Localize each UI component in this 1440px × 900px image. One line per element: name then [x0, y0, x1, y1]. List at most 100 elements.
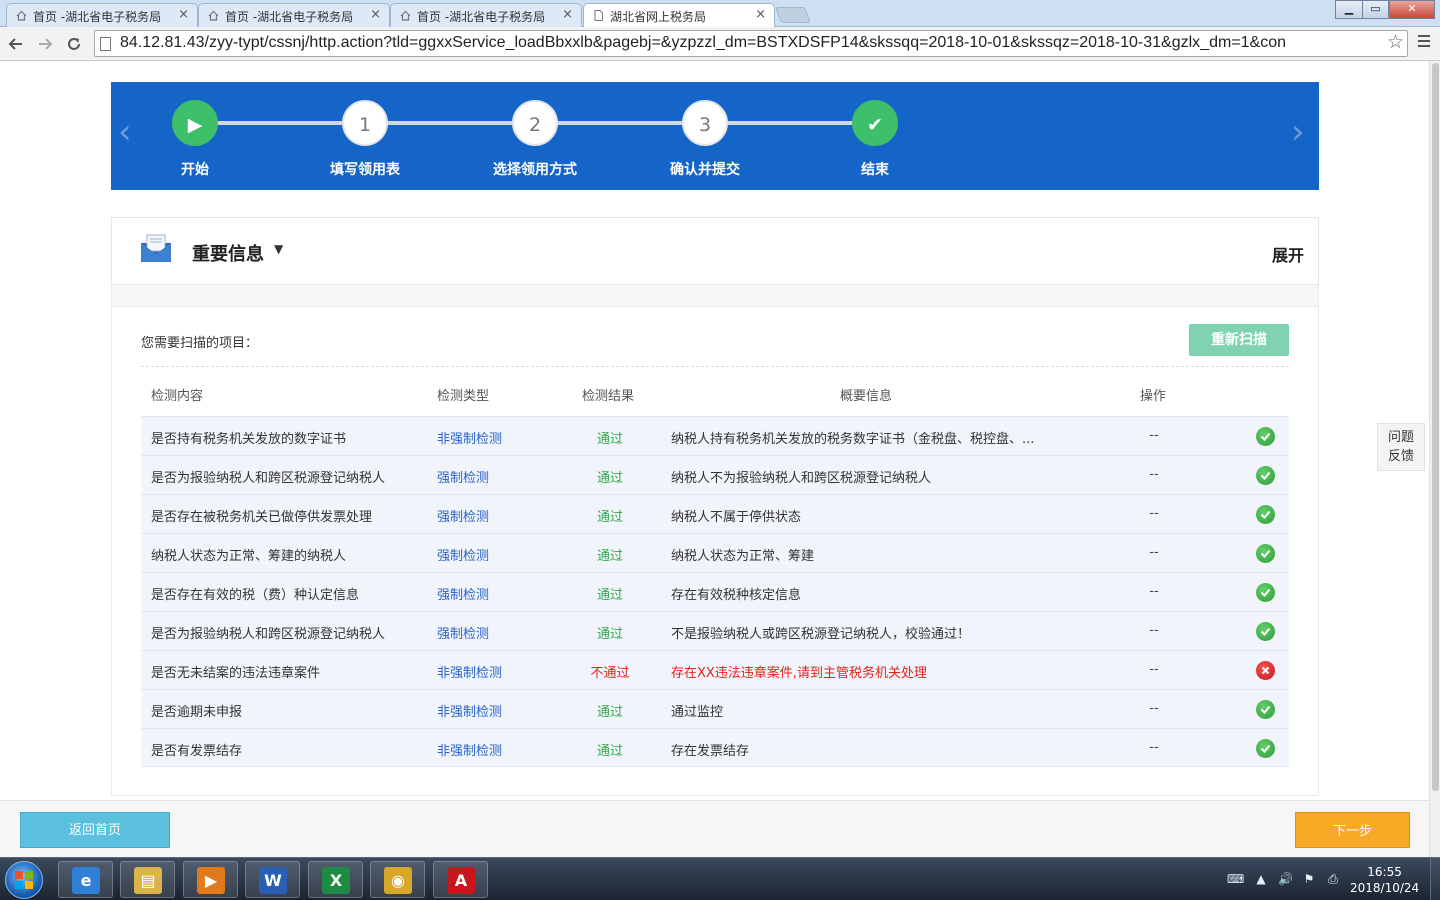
table-row: 是否无未结案的违法违章案件 非强制检测 不通过 存在XX违法违章案件,请到主管税务机关… — [141, 650, 1289, 689]
row-check-result: 通过 — [596, 705, 623, 720]
steps-prev-arrow-icon[interactable]: ‹ — [118, 112, 132, 152]
taskbar-app-word[interactable]: W — [245, 861, 300, 898]
browser-tab-active[interactable]: 湖北省网上税务局 × — [583, 3, 775, 28]
bookmark-star-icon[interactable]: ☆ — [1387, 31, 1404, 53]
scan-table-header: 检测内容 检测类型 检测结果 概要信息 操作 — [141, 377, 1289, 416]
taskbar-app-ie[interactable]: e — [58, 861, 113, 898]
row-operation: -- — [1149, 428, 1159, 443]
taskbar-app-explorer[interactable]: ▤ — [120, 861, 175, 898]
rescan-button[interactable]: 重新扫描 — [1189, 324, 1289, 356]
column-header-type: 检测类型 — [437, 389, 490, 404]
feedback-label-line2: 反馈 — [1387, 449, 1414, 464]
row-summary: 纳税人持有税务机关发放的税务数字证书（金税盘、税控盘、... — [671, 432, 1035, 447]
row-check-content: 是否为报验纳税人和跨区税源登记纳税人 — [151, 471, 386, 486]
step-start-icon: ▶ — [172, 100, 218, 146]
row-check-type-link[interactable]: 强制检测 — [437, 506, 489, 525]
browser-tab-1[interactable]: 首页 -湖北省电子税务局 × — [6, 3, 198, 27]
row-operation: -- — [1149, 623, 1159, 638]
reload-icon[interactable] — [63, 33, 85, 55]
row-check-result: 不通过 — [590, 666, 630, 681]
row-check-type-link[interactable]: 强制检测 — [437, 623, 489, 642]
table-row: 是否存在被税务机关已做停供发票处理 强制检测 通过 纳税人不属于停供状态 -- — [141, 494, 1289, 533]
taskbar-clock[interactable]: 16:55 2018/10/24 — [1350, 864, 1419, 896]
taskbar-app-excel[interactable]: X — [308, 861, 363, 898]
row-operation: -- — [1149, 701, 1159, 716]
action-center-icon[interactable]: ⎙ — [1326, 872, 1340, 886]
table-row: 纳税人状态为正常、筹建的纳税人 强制检测 通过 纳税人状态为正常、筹建 -- — [141, 533, 1289, 572]
row-check-result: 通过 — [596, 510, 623, 525]
table-row: 是否逾期未申报 非强制检测 通过 通过监控 -- — [141, 689, 1289, 728]
tab-close-icon[interactable]: × — [562, 7, 573, 22]
caret-down-icon[interactable]: ▼ — [274, 242, 283, 256]
tab-close-icon[interactable]: × — [178, 7, 189, 22]
row-check-content: 是否逾期未申报 — [151, 705, 243, 720]
back-arrow-icon[interactable] — [5, 33, 27, 55]
step-end-check-icon: ✔ — [852, 100, 898, 146]
taskbar-app-media[interactable]: ▶ — [183, 861, 238, 898]
steps-next-arrow-icon[interactable]: › — [1291, 112, 1305, 152]
browser-menu-icon[interactable] — [1418, 35, 1430, 50]
step-1-circle: 1 — [342, 100, 388, 146]
network-warning-icon[interactable]: ⚑ — [1302, 872, 1316, 886]
tab-title: 首页 -湖北省电子税务局 — [417, 10, 546, 24]
word-icon: W — [259, 867, 287, 894]
volume-icon[interactable]: 🔊 — [1278, 872, 1293, 886]
taskbar-app-chrome[interactable]: ◉ — [370, 861, 425, 898]
page-viewport: ‹ › ▶ 开始 1 填写领用表 2 选择领用方式 3 确认并提交 ✔ 结束 重… — [0, 61, 1440, 857]
step-3-circle: 3 — [682, 100, 728, 146]
keyboard-icon[interactable]: ⌨ — [1227, 872, 1244, 886]
step-label-confirm: 确认并提交 — [670, 162, 740, 178]
new-tab-button[interactable] — [775, 7, 811, 23]
row-summary: 纳税人不属于停供状态 — [671, 510, 802, 525]
column-header-result: 检测结果 — [582, 389, 635, 404]
windows-taskbar: e ▤ ▶ W X ◉ A ⌨ ▲ 🔊 ⚑ ⎙ 16:55 2018/10/24 — [0, 857, 1440, 900]
step-label-method: 选择领用方式 — [493, 162, 577, 178]
row-check-type-link[interactable]: 非强制检测 — [437, 701, 502, 720]
row-check-type-link[interactable]: 非强制检测 — [437, 740, 502, 759]
tab-close-icon[interactable]: × — [370, 7, 381, 22]
expand-button[interactable]: 展开 — [1272, 242, 1304, 266]
system-tray: ⌨ ▲ 🔊 ⚑ ⎙ 16:55 2018/10/24 — [1224, 858, 1440, 900]
document-icon — [594, 10, 603, 21]
feedback-label-line1: 问题 — [1387, 430, 1414, 445]
browser-tab-3[interactable]: 首页 -湖北省电子税务局 × — [390, 3, 582, 27]
step-label-start: 开始 — [181, 162, 209, 178]
excel-icon: X — [322, 867, 350, 894]
show-desktop-button[interactable] — [1430, 858, 1440, 900]
minimize-button[interactable]: ▁ — [1335, 0, 1363, 19]
page-scrollbar[interactable] — [1429, 61, 1440, 857]
row-check-type-link[interactable]: 非强制检测 — [437, 662, 502, 681]
maximize-button[interactable]: ▭ — [1362, 0, 1389, 19]
column-header-content: 检测内容 — [151, 389, 204, 404]
tray-expand-icon[interactable]: ▲ — [1254, 872, 1268, 886]
forward-arrow-icon[interactable] — [34, 33, 56, 55]
step-label-end: 结束 — [861, 162, 889, 178]
row-check-type-link[interactable]: 非强制检测 — [437, 428, 502, 447]
home-page-icon — [16, 10, 27, 21]
check-circle-icon — [1256, 622, 1275, 641]
row-operation: -- — [1149, 467, 1159, 482]
row-check-type-link[interactable]: 强制检测 — [437, 545, 489, 564]
row-summary: 存在发票结存 — [671, 744, 750, 759]
browser-tab-2[interactable]: 首页 -湖北省电子税务局 × — [198, 3, 390, 27]
row-summary: 存在XX违法违章案件,请到主管税务机关处理 — [671, 666, 927, 681]
address-bar[interactable]: 84.12.81.43/zyy-typt/cssnj/http.action?t… — [94, 30, 1408, 57]
error-circle-icon — [1256, 661, 1275, 680]
close-window-button[interactable]: ✕ — [1389, 0, 1435, 19]
row-check-type-link[interactable]: 强制检测 — [437, 584, 489, 603]
feedback-button[interactable]: 问题 反馈 — [1377, 423, 1425, 471]
url-text[interactable]: 84.12.81.43/zyy-typt/cssnj/http.action?t… — [120, 34, 1382, 52]
home-page-icon — [400, 10, 411, 21]
taskbar-app-acrobat[interactable]: A — [433, 861, 488, 898]
row-check-result: 通过 — [596, 588, 623, 603]
windows-logo-icon — [15, 871, 33, 889]
return-home-button[interactable]: 返回首页 — [20, 812, 170, 848]
check-circle-icon — [1256, 466, 1275, 485]
column-header-operation: 操作 — [1140, 389, 1167, 404]
row-check-type-link[interactable]: 强制检测 — [437, 467, 489, 486]
next-step-button[interactable]: 下一步 — [1295, 812, 1410, 848]
start-button[interactable] — [5, 861, 43, 899]
tab-close-icon[interactable]: × — [755, 7, 766, 22]
row-summary: 通过监控 — [671, 705, 724, 720]
scrollbar-thumb[interactable] — [1432, 63, 1439, 791]
